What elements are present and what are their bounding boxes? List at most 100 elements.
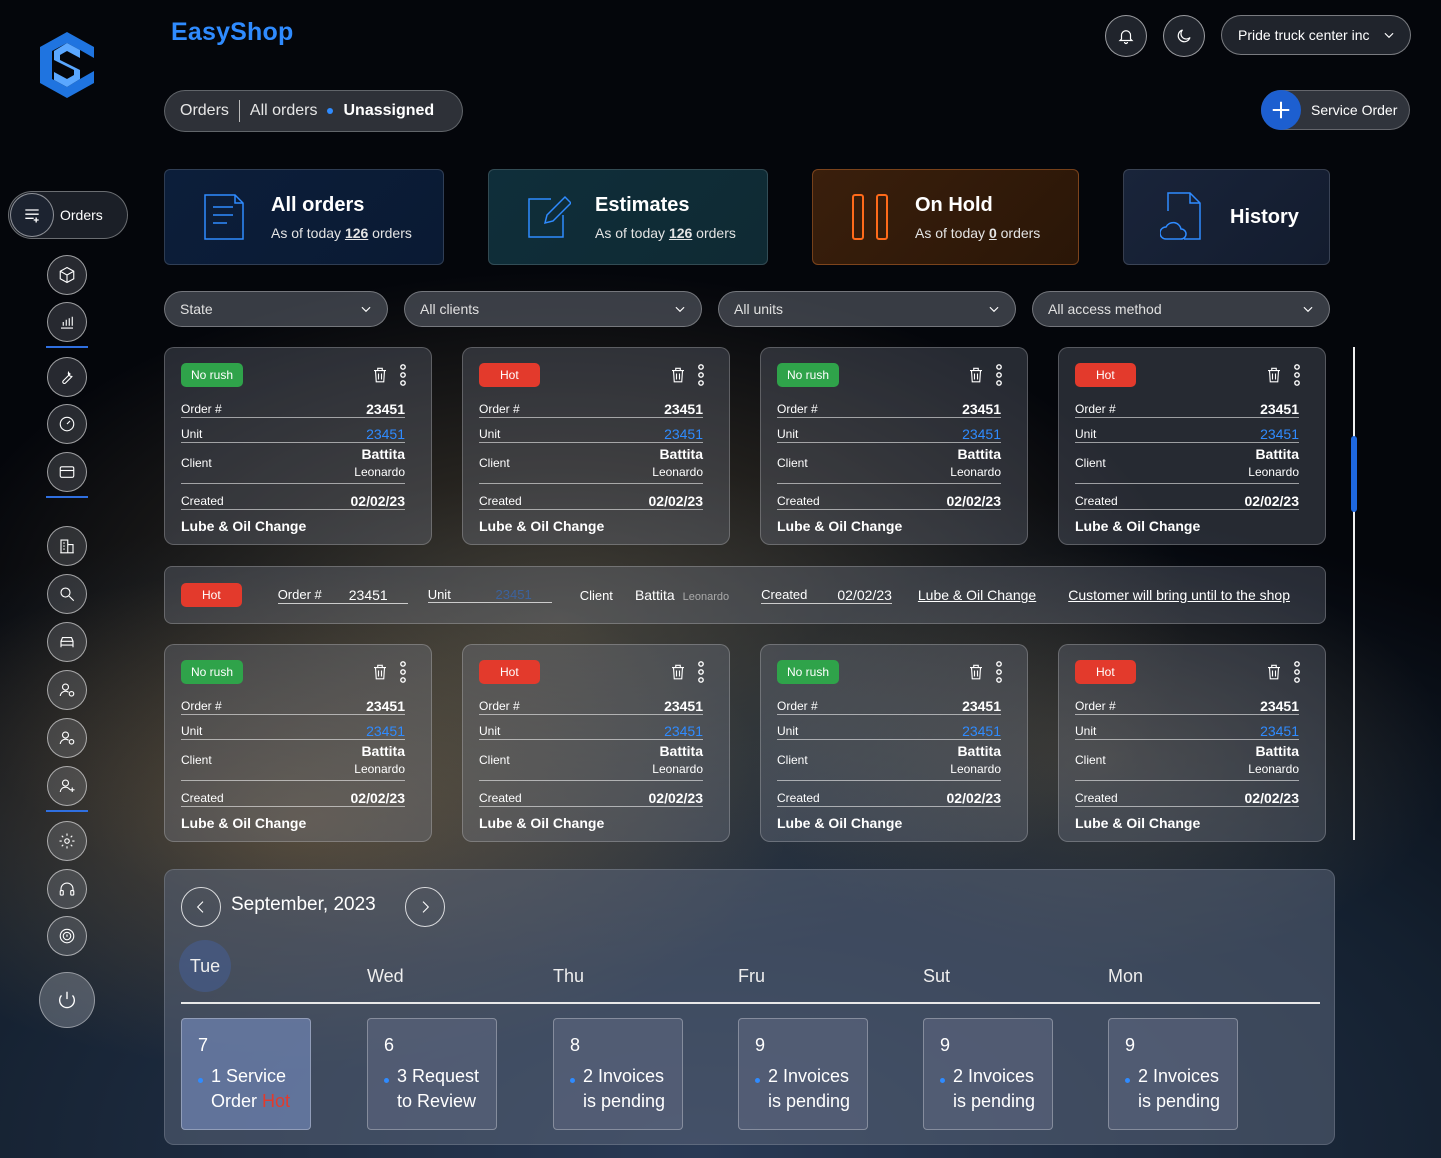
sidebar-item-support[interactable] (47, 869, 87, 909)
day-label[interactable]: Thu (553, 966, 584, 987)
wide-created-field: Created 02/02/23 (761, 587, 892, 604)
client-first: Battita (361, 743, 405, 759)
more-vertical-icon[interactable] (995, 364, 1003, 386)
sidebar-item-company[interactable] (47, 526, 87, 566)
order-row-wide[interactable]: Hot Order # 23451 Unit 23451 Client Battit… (164, 566, 1326, 624)
stat-on-hold[interactable]: On Hold As of today 0 orders (812, 169, 1079, 265)
day-card[interactable]: 9 2 Invoices is pending (923, 1018, 1053, 1130)
unit-label: Unit (479, 427, 501, 441)
day-label[interactable]: Mon (1108, 966, 1143, 987)
unit-value[interactable]: 23451 (664, 426, 703, 442)
trash-icon[interactable] (1265, 662, 1283, 682)
trash-icon[interactable] (1265, 365, 1283, 385)
client-last: Leonardo (652, 762, 703, 776)
sidebar-item-add-user[interactable] (47, 766, 87, 806)
unit-value[interactable]: 23451 (962, 723, 1001, 739)
sidebar-item-inventory[interactable] (47, 255, 87, 295)
unit-value[interactable]: 23451 (962, 426, 1001, 442)
day-label[interactable]: Wed (367, 966, 404, 987)
day-label[interactable]: Fru (738, 966, 765, 987)
trash-icon[interactable] (967, 365, 985, 385)
more-vertical-icon[interactable] (399, 364, 407, 386)
scrollbar-track[interactable] (1353, 347, 1355, 840)
more-vertical-icon[interactable] (697, 661, 705, 683)
unit-value[interactable]: 23451 (366, 426, 405, 442)
client-label: Client (181, 752, 212, 767)
company-selector[interactable]: Pride truck center inc (1221, 15, 1411, 55)
trash-icon[interactable] (967, 662, 985, 682)
day-card[interactable]: 8 2 Invoices is pending (553, 1018, 683, 1130)
theme-toggle-button[interactable] (1163, 15, 1205, 57)
order-label: Order # (181, 699, 222, 713)
sidebar-item-billing[interactable] (47, 452, 87, 492)
filter-access-method[interactable]: All access method (1032, 291, 1330, 327)
event-line1: 2 Invoices (768, 1066, 850, 1086)
breadcrumb-unassigned[interactable]: Unassigned (343, 102, 434, 120)
day-card[interactable]: 6 3 Request to Review (367, 1018, 497, 1130)
order-card[interactable]: Hot Order # 23451 Unit 23451 Client Battita… (1058, 644, 1326, 842)
trash-icon[interactable] (371, 365, 389, 385)
trash-icon[interactable] (371, 662, 389, 682)
order-value: 23451 (1260, 401, 1299, 417)
unit-value[interactable]: 23451 (1260, 723, 1299, 739)
client-first: Battita (1255, 743, 1299, 759)
order-card[interactable]: Hot Order # 23451 Unit 23451 Client Battita… (1058, 347, 1326, 545)
calendar-month: September, 2023 (231, 894, 376, 915)
day-number: 7 (198, 1035, 209, 1055)
day-card[interactable]: 9 2 Invoices is pending (738, 1018, 868, 1130)
stat-all-orders[interactable]: All orders As of today 126 orders (164, 169, 444, 265)
sidebar-item-help[interactable] (47, 916, 87, 956)
client-last: Leonardo (1248, 762, 1299, 776)
sidebar-item-team-settings[interactable] (47, 718, 87, 758)
more-vertical-icon[interactable] (399, 661, 407, 683)
day-label[interactable]: Sut (923, 966, 950, 987)
sidebar-item-search[interactable] (47, 574, 87, 614)
client-row: Client Battita Leonardo (181, 740, 405, 781)
order-card[interactable]: No rush Order # 23451 Unit 23451 Client Bat… (164, 644, 432, 842)
order-row: Order # 23451 (1075, 693, 1299, 715)
sidebar-item-user-settings[interactable] (47, 670, 87, 710)
filter-clients[interactable]: All clients (404, 291, 702, 327)
more-vertical-icon[interactable] (1293, 661, 1301, 683)
sidebar-item-vehicles[interactable] (47, 622, 87, 662)
day-card[interactable]: 7 1 Service Order Hot (181, 1018, 311, 1130)
sidebar-item-orders[interactable]: Orders (8, 191, 128, 239)
filter-units[interactable]: All units (718, 291, 1016, 327)
order-card[interactable]: No rush Order # 23451 Unit 23451 Client Bat… (760, 347, 1028, 545)
day-label[interactable]: Tue (179, 940, 231, 992)
notifications-button[interactable] (1105, 15, 1147, 57)
order-card[interactable]: Hot Order # 23451 Unit 23451 Client Battita… (462, 347, 730, 545)
order-card[interactable]: No rush Order # 23451 Unit 23451 Client Bat… (164, 347, 432, 545)
breadcrumb-orders[interactable]: Orders (180, 102, 229, 120)
sidebar-item-dashboard[interactable] (47, 404, 87, 444)
filter-state[interactable]: State (164, 291, 388, 327)
trash-icon[interactable] (669, 662, 687, 682)
day-card[interactable]: 9 2 Invoices is pending (1108, 1018, 1238, 1130)
unit-value[interactable]: 23451 (366, 723, 405, 739)
unit-value[interactable]: 23451 (1260, 426, 1299, 442)
order-card[interactable]: No rush Order # 23451 Unit 23451 Client Bat… (760, 644, 1028, 842)
order-value: 23451 (664, 698, 703, 714)
trash-icon[interactable] (669, 365, 687, 385)
stat-title: Estimates (595, 193, 690, 216)
sidebar-item-service[interactable] (47, 357, 87, 397)
unit-value[interactable]: 23451 (664, 723, 703, 739)
more-vertical-icon[interactable] (995, 661, 1003, 683)
stat-count: 0 (988, 224, 997, 241)
more-vertical-icon[interactable] (697, 364, 705, 386)
unit-row: Unit 23451 (181, 715, 405, 740)
prev-month-button[interactable] (181, 887, 221, 927)
breadcrumb-all-orders[interactable]: All orders (250, 102, 318, 120)
sidebar-item-reports[interactable] (47, 302, 87, 342)
logout-button[interactable] (39, 972, 95, 1028)
help-icon (59, 928, 75, 944)
service-order-button[interactable]: Service Order (1261, 90, 1410, 130)
stat-estimates[interactable]: Estimates As of today 126 orders (488, 169, 768, 265)
order-label: Order # (777, 402, 818, 416)
order-card[interactable]: Hot Order # 23451 Unit 23451 Client Battita… (462, 644, 730, 842)
stat-history[interactable]: History (1123, 169, 1330, 265)
more-vertical-icon[interactable] (1293, 364, 1301, 386)
scrollbar-thumb[interactable] (1351, 436, 1357, 512)
next-month-button[interactable] (405, 887, 445, 927)
sidebar-item-settings[interactable] (47, 821, 87, 861)
